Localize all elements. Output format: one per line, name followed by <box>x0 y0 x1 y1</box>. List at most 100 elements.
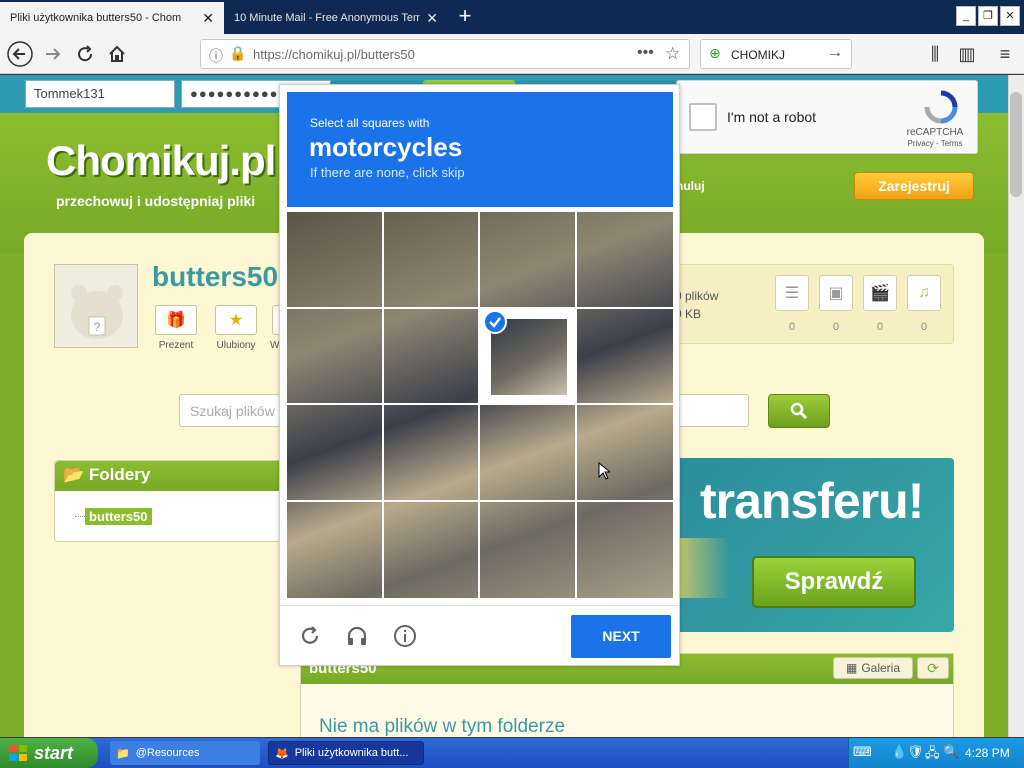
help-button[interactable] <box>390 621 420 651</box>
grid-tile-16[interactable] <box>577 502 673 598</box>
url-text: https://chomikuj.pl/butters50 <box>253 47 415 62</box>
grid-tile-1[interactable] <box>287 212 383 308</box>
restore-button[interactable]: ❐ <box>978 6 998 26</box>
audio-challenge-button[interactable] <box>342 621 372 651</box>
favorite-button[interactable]: ★ <box>215 305 257 335</box>
keyboard-icon[interactable]: ⌨ <box>853 744 872 760</box>
recaptcha-privacy-links[interactable]: Privacy - Terms <box>899 139 971 148</box>
grid-tile-8[interactable] <box>577 308 673 404</box>
grid-tile-6[interactable] <box>383 308 479 404</box>
page-actions-icon[interactable]: ••• <box>637 44 654 62</box>
menu-button[interactable]: ≡ <box>990 39 1020 69</box>
grid-tile-13[interactable] <box>287 502 383 598</box>
grid-tile-11[interactable] <box>480 405 576 501</box>
taskbar-item-resources[interactable]: 📁 @Resources <box>110 741 260 765</box>
grid-icon: ▦ <box>845 661 858 675</box>
scrollbar-thumb[interactable] <box>1010 92 1022 197</box>
grid-tile-12[interactable] <box>577 405 673 501</box>
images-count: 0 <box>832 321 840 333</box>
site-logo[interactable]: Chomikuj.pl <box>46 137 276 185</box>
info-icon[interactable]: ⓘ <box>209 46 223 66</box>
grid-tile-2[interactable] <box>383 212 479 308</box>
tab-chomikuj[interactable]: Pliki użytkownika butters50 - Chom ✕ <box>0 2 224 34</box>
taskbar-item-browser[interactable]: 🦊 Pliki użytkownika butt... <box>268 741 424 765</box>
url-bar[interactable]: ⓘ 🔒 https://chomikuj.pl/butters50 ••• ☆ <box>200 39 690 69</box>
music-type-button[interactable]: ♫ <box>907 275 941 311</box>
gallery-button[interactable]: ▦ Galeria <box>833 657 913 679</box>
reload-button[interactable] <box>70 39 100 69</box>
documents-type-button[interactable]: ☰ <box>775 275 809 311</box>
folders-panel: 📂 Foldery butters50 <box>54 460 290 542</box>
grid-tile-4[interactable] <box>577 212 673 308</box>
new-tab-button[interactable]: + <box>452 4 478 30</box>
gift-button[interactable]: 🎁 <box>155 305 197 335</box>
minimize-button[interactable]: _ <box>956 6 976 26</box>
close-tab-icon[interactable]: ✕ <box>202 10 214 27</box>
reload-challenge-button[interactable] <box>295 621 325 651</box>
grid-divider <box>287 307 673 309</box>
back-button[interactable] <box>5 39 35 69</box>
forward-button[interactable] <box>38 39 68 69</box>
tab-title: 10 Minute Mail - Free Anonymous Temp <box>234 12 421 24</box>
login-field[interactable]: Tommek131 <box>25 80 175 108</box>
folders-header: 📂 Foldery <box>55 461 289 491</box>
captcha-challenge-popup: Select all squares with motorcycles If t… <box>279 84 680 666</box>
documents-count: 0 <box>788 321 796 333</box>
register-button[interactable]: Zarejestruj <box>854 172 974 200</box>
close-window-button[interactable]: ✕ <box>1000 6 1020 26</box>
sidebar-button[interactable]: ▥ <box>952 39 982 69</box>
browser-tab-bar: Pliki użytkownika butters50 - Chom ✕ 10 … <box>0 0 1024 34</box>
grid-tile-14[interactable] <box>383 502 479 598</box>
sidebar-icon: ▥ <box>958 43 976 64</box>
challenge-header: Select all squares with motorcycles If t… <box>287 92 673 207</box>
reload-icon <box>78 45 93 62</box>
water-drop-icon[interactable]: 💧 <box>891 744 907 760</box>
challenge-instruction: Select all squares with <box>310 116 430 130</box>
folder-icon: 📁 <box>116 747 130 760</box>
grid-tile-3[interactable] <box>480 212 576 308</box>
home-button[interactable] <box>102 39 132 69</box>
promo-banner[interactable]: transferu! Sprawdź <box>660 458 954 632</box>
images-type-button[interactable]: ▣ <box>819 275 853 311</box>
challenge-hint: If there are none, click skip <box>310 165 465 180</box>
cancel-link[interactable]: nuluj <box>676 179 705 193</box>
taskbar-item-label: Pliki użytkownika butt... <box>294 747 409 759</box>
refresh-button[interactable]: ⟳ <box>917 657 949 679</box>
library-button[interactable]: ⫼ <box>920 39 950 69</box>
info-icon <box>394 625 416 647</box>
navigation-bar: ⓘ 🔒 https://chomikuj.pl/butters50 ••• ☆ … <box>0 34 1024 74</box>
search-bar[interactable]: ⊕ CHOMIKJ → <box>700 39 852 69</box>
folder-item-butters50[interactable]: butters50 <box>85 508 152 525</box>
file-search-button[interactable] <box>768 394 830 428</box>
network-icon[interactable]: 🖧 <box>925 744 940 766</box>
grid-tile-15[interactable] <box>480 502 576 598</box>
tab-10minutemail[interactable]: 10 Minute Mail - Free Anonymous Temp ✕ <box>224 2 448 34</box>
start-button[interactable]: start <box>0 738 98 768</box>
tree-connector <box>75 516 85 517</box>
file-count: 0 plików <box>675 289 719 303</box>
grid-divider <box>287 403 673 405</box>
close-tab-icon[interactable]: ✕ <box>426 10 438 27</box>
search-go-icon[interactable]: → <box>827 44 843 62</box>
headphones-icon <box>347 626 367 645</box>
search-icon[interactable]: 🔍 <box>943 744 959 760</box>
grid-divider <box>287 500 673 502</box>
grid-divider <box>478 212 480 598</box>
gift-label: Prezent <box>158 340 194 351</box>
challenge-target: motorcycles <box>309 132 463 162</box>
windows-taskbar: start 📁 @Resources 🦊 Pliki użytkownika b… <box>0 738 1024 768</box>
check-button[interactable]: Sprawdź <box>752 556 916 608</box>
next-button[interactable]: NEXT <box>571 615 671 658</box>
profile-username: butters50 <box>152 261 279 292</box>
grid-tile-10[interactable] <box>383 405 479 501</box>
bookmark-star-icon[interactable]: ☆ <box>665 44 680 64</box>
video-type-button[interactable]: 🎬 <box>863 275 897 311</box>
recaptcha-checkbox[interactable] <box>689 103 717 131</box>
mouse-cursor-icon <box>598 462 610 480</box>
music-note-icon: ♫ <box>918 284 930 301</box>
system-tray: ⌨ 💧 🛡 🖧 🔍 4:28 PM <box>848 738 1024 768</box>
shield-icon[interactable]: 🛡 <box>907 744 924 760</box>
star-icon: ★ <box>228 312 244 329</box>
grid-tile-5[interactable] <box>287 308 383 404</box>
grid-tile-9[interactable] <box>287 405 383 501</box>
